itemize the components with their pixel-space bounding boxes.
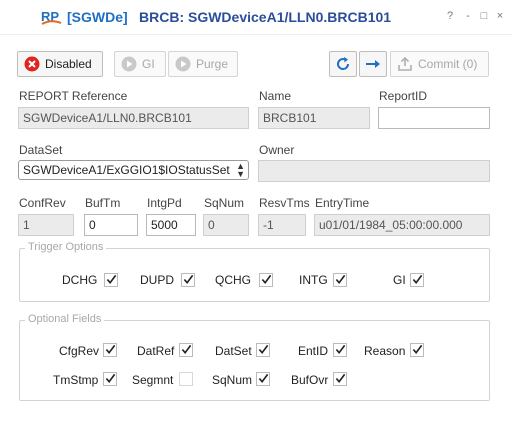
optional-datref-label: DatRef [137,344,175,358]
play-icon [175,56,191,72]
check-icon [183,274,194,285]
close-button[interactable]: × [494,10,506,22]
trigger-dchg-checkbox[interactable] [104,273,118,287]
trigger-options-title: Trigger Options [25,241,107,253]
optional-tmstmp-label: TmStmp [53,373,99,387]
optional-sqnum-checkbox[interactable] [256,372,270,386]
dataset-select-value: SGWDeviceA1/ExGGIO1$IOStatusSet [23,163,230,177]
check-icon [105,373,116,384]
window-title-prefix: [SGWDe] [67,9,128,25]
check-icon [105,344,116,355]
rp-logo-icon: RP [40,6,62,28]
trigger-dupd-checkbox[interactable] [181,273,195,287]
optional-fields-group [19,320,490,401]
check-icon [412,274,423,285]
sq-num-label: SqNum [204,196,245,210]
report-id-input[interactable] [378,107,490,129]
optional-reason-checkbox[interactable] [410,343,424,357]
window-title: BRCB: SGWDeviceA1/LLN0.BRCB101 [139,9,392,25]
check-icon [106,274,117,285]
purge-button[interactable]: Purge [168,51,238,77]
conf-rev-label: ConfRev [19,196,66,210]
owner-field [258,160,490,182]
dataset-select[interactable]: SGWDeviceA1/ExGGIO1$IOStatusSet ▲ ▼ [18,160,249,180]
trigger-gi-label: GI [393,273,406,287]
dataset-label: DataSet [19,143,63,157]
optional-entid-label: EntID [298,344,329,358]
trigger-intg-label: INTG [299,273,328,287]
entry-time-label: EntryTime [315,196,370,210]
gi-button[interactable]: GI [114,51,166,77]
purge-button-label: Purge [196,57,229,71]
disabled-button[interactable]: Disabled [17,51,103,77]
optional-bufovr-label: BufOvr [291,373,329,387]
check-icon [261,274,272,285]
entry-time-field: u01/01/1984_05:00:00.000 [314,214,490,236]
optional-reason-label: Reason [364,344,406,358]
report-id-label: ReportID [379,89,428,103]
optional-datset-checkbox[interactable] [256,343,270,357]
intg-pd-input[interactable]: 5000 [146,214,196,236]
trigger-intg-checkbox[interactable] [333,273,347,287]
forward-button[interactable] [359,51,387,77]
check-icon [258,373,269,384]
stop-x-icon [24,56,40,72]
check-icon [412,344,423,355]
resv-tms-field: -1 [258,214,306,236]
trigger-dchg-label: DCHG [62,273,98,287]
trigger-qchg-checkbox[interactable] [259,273,273,287]
trigger-qchg-label: QCHG [215,273,251,287]
optional-fields-title: Optional Fields [25,313,105,325]
name-field: BRCB101 [258,107,370,129]
optional-entid-checkbox[interactable] [333,343,347,357]
minimize-button[interactable]: - [462,10,474,22]
upload-icon [398,56,412,71]
check-icon [258,344,269,355]
resv-tms-label: ResvTms [259,196,310,210]
arrow-right-icon [366,60,380,68]
owner-label: Owner [259,143,295,157]
commit-button[interactable]: Commit (0) [390,51,489,77]
trigger-gi-checkbox[interactable] [410,273,424,287]
check-icon [335,373,346,384]
optional-cfgrev-checkbox[interactable] [103,343,117,357]
optional-cfgrev-label: CfgRev [59,344,100,358]
report-reference-label: REPORT Reference [19,89,128,103]
disabled-button-label: Disabled [45,57,92,71]
sq-num-field: 0 [203,214,249,236]
report-reference-field: SGWDeviceA1/LLN0.BRCB101 [18,107,249,129]
optional-segmnt-label: Segmnt [132,373,174,387]
optional-datset-label: DatSet [215,344,252,358]
play-icon [121,56,137,72]
check-icon [181,344,192,355]
check-icon [335,344,346,355]
updown-arrows-icon: ▲ ▼ [236,161,245,179]
intg-pd-label: IntgPd [147,196,182,210]
optional-sqnum-label: SqNum [212,373,253,387]
gi-button-label: GI [142,57,155,71]
refresh-button[interactable] [329,51,357,77]
commit-button-label: Commit (0) [418,57,478,71]
title-divider [0,34,512,35]
optional-bufovr-checkbox[interactable] [333,372,347,386]
maximize-button[interactable]: □ [478,10,490,22]
optional-segmnt-checkbox[interactable] [179,372,193,386]
trigger-dupd-label: DUPD [140,273,175,287]
buf-tm-label: BufTm [85,196,121,210]
refresh-icon [337,57,350,70]
optional-datref-checkbox[interactable] [179,343,193,357]
optional-tmstmp-checkbox[interactable] [103,372,117,386]
name-label: Name [259,89,292,103]
title-bar: RP [SGWDe] BRCB: SGWDeviceA1/LLN0.BRCB10… [0,0,512,34]
conf-rev-field: 1 [18,214,74,236]
buf-tm-input[interactable]: 0 [84,214,138,236]
help-button[interactable]: ? [444,10,456,22]
check-icon [335,274,346,285]
